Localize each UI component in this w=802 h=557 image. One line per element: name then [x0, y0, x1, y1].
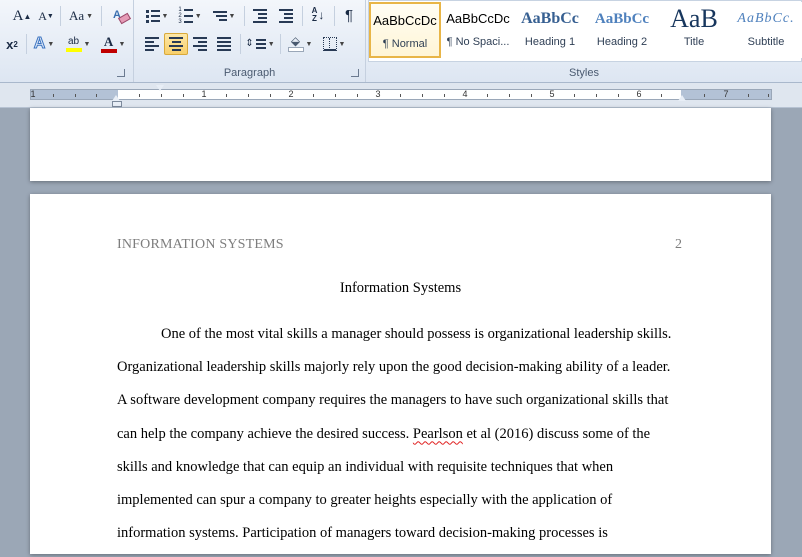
page-number: 2	[675, 237, 682, 252]
increase-indent-icon	[279, 9, 293, 23]
document-body[interactable]: One of the most vital skills a manager s…	[117, 325, 683, 557]
styles-group: AaBbCcDc ¶ Normal AaBbCcDc ¶ No Spaci...…	[366, 0, 802, 82]
change-case-button[interactable]: Aa ▼	[65, 5, 97, 27]
chevron-down-icon: ▼	[86, 12, 94, 20]
horizontal-ruler[interactable]: 1 1 2 3 4 5 6 7	[30, 89, 772, 100]
numbered-list-icon: 1 2 3	[178, 7, 193, 25]
style-heading-1[interactable]: AaBbCc Heading 1	[514, 2, 586, 58]
ruler-number: 1	[201, 89, 207, 99]
chevron-down-icon: ▼	[267, 40, 275, 48]
ruler-number: 1	[30, 89, 36, 99]
highlight-color-bar	[65, 47, 82, 52]
chevron-down-icon: ▼	[305, 40, 313, 48]
clear-formatting-button[interactable]: A	[105, 4, 132, 26]
page-header: INFORMATION SYSTEMS	[117, 237, 284, 252]
body-line: information systems. Participation of ma…	[117, 525, 608, 542]
font-color-bar	[100, 48, 117, 53]
decrease-indent-button[interactable]	[248, 5, 272, 27]
spelling-error[interactable]: Pearlson	[413, 426, 463, 442]
ribbon: A ▲ A ▼ Aa ▼ A x2 A ▼ ab ▼ A ▼ ▼ 1 2 3 ▼…	[0, 0, 802, 83]
style-title[interactable]: AaB Title	[658, 2, 730, 58]
ruler-number: 6	[636, 89, 642, 99]
paragraph-group: ▼ 1 2 3 ▼ ▼ A Z ↓ ¶ ⇕ ▼ ⬙ ▼ ▼ Paragraph	[133, 0, 366, 82]
styles-group-label: Styles	[569, 67, 599, 79]
align-left-icon	[145, 37, 159, 51]
align-center-icon	[169, 37, 183, 51]
right-indent-marker[interactable]	[678, 95, 686, 101]
document-page-1[interactable]	[30, 108, 771, 181]
document-title: Information Systems	[339, 280, 462, 296]
pilcrow-icon: ¶	[344, 6, 354, 24]
justify-button[interactable]	[212, 33, 236, 55]
sort-button[interactable]: A Z ↓	[306, 4, 330, 26]
decrease-indent-icon	[253, 9, 267, 23]
clear-formatting-icon: A	[113, 9, 132, 25]
sort-icon: AZ	[311, 6, 318, 23]
text-effects-button[interactable]: A ▼	[30, 33, 58, 55]
align-left-button[interactable]	[140, 33, 164, 55]
paragraph-group-label: Paragraph	[223, 67, 276, 79]
chevron-down-icon: ▼	[47, 40, 55, 48]
body-line: can help the company achieve the desired…	[117, 425, 651, 442]
shading-button[interactable]: ⬙ ▼	[284, 33, 316, 55]
increase-indent-button[interactable]	[274, 5, 298, 27]
align-right-icon	[193, 37, 207, 51]
center-button[interactable]	[164, 33, 188, 55]
borders-button[interactable]: ▼	[318, 33, 350, 55]
borders-icon	[322, 37, 337, 51]
justify-icon	[217, 37, 231, 51]
numbering-button[interactable]: 1 2 3 ▼	[175, 5, 205, 27]
document-page-2[interactable]: INFORMATION SYSTEMS 2 Information System…	[30, 194, 771, 554]
font-group: A ▲ A ▼ Aa ▼ A x2 A ▼ ab ▼ A ▼	[0, 0, 132, 82]
ruler-number: 4	[462, 89, 468, 99]
first-line-indent-marker[interactable]	[156, 85, 164, 91]
style-heading-2[interactable]: AaBbCc Heading 2	[586, 2, 658, 58]
multilevel-list-icon	[212, 11, 227, 21]
paint-bucket-icon: ⬙	[287, 35, 304, 52]
shrink-font-button[interactable]: A ▼	[36, 5, 56, 27]
show-formatting-marks-button[interactable]: ¶	[338, 4, 360, 26]
body-line: A software development company requires …	[117, 392, 669, 409]
ruler-bar: 1 1 2 3 4 5 6 7	[0, 83, 802, 108]
grow-arrow-icon: ▲	[23, 11, 32, 21]
line-spacing-button[interactable]: ⇕ ▼	[244, 33, 276, 55]
body-line: skills and knowledge that can equip an i…	[117, 458, 614, 475]
bullets-button[interactable]: ▼	[142, 5, 172, 27]
text-highlight-button[interactable]: ab ▼	[62, 33, 94, 55]
ruler-number: 2	[288, 89, 294, 99]
chevron-down-icon: ▼	[194, 12, 202, 20]
font-dialog-launcher[interactable]	[117, 69, 125, 77]
chevron-down-icon: ▼	[83, 40, 91, 48]
style-normal[interactable]: AaBbCcDc ¶ Normal	[369, 2, 441, 58]
font-color-button[interactable]: A ▼	[97, 33, 129, 55]
superscript-button[interactable]: x2	[2, 33, 22, 55]
bullet-list-icon	[145, 9, 160, 23]
ruler-number: 3	[375, 89, 381, 99]
chevron-down-icon: ▼	[338, 40, 346, 48]
shrink-arrow-icon: ▼	[46, 12, 54, 20]
align-right-button[interactable]	[188, 33, 212, 55]
ruler-number: 7	[723, 89, 729, 99]
body-line: One of the most vital skills a manager s…	[161, 326, 672, 342]
grow-font-button[interactable]: A ▲	[10, 5, 34, 27]
left-indent-marker[interactable]	[112, 101, 122, 107]
body-line: implemented can spur a company to greate…	[117, 491, 613, 508]
style-no-spacing[interactable]: AaBbCcDc ¶ No Spaci...	[442, 2, 514, 58]
multilevel-list-button[interactable]: ▼	[208, 5, 240, 27]
paragraph-dialog-launcher[interactable]	[351, 69, 359, 77]
chevron-down-icon: ▼	[118, 40, 126, 48]
ruler-number: 5	[549, 89, 555, 99]
chevron-down-icon: ▼	[228, 12, 236, 20]
body-line: Organizational leadership skills majorly…	[117, 359, 671, 376]
line-spacing-icon: ⇕	[245, 39, 266, 49]
chevron-down-icon: ▼	[161, 12, 169, 20]
style-subtitle[interactable]: AaBbCc. Subtitle	[730, 2, 802, 58]
